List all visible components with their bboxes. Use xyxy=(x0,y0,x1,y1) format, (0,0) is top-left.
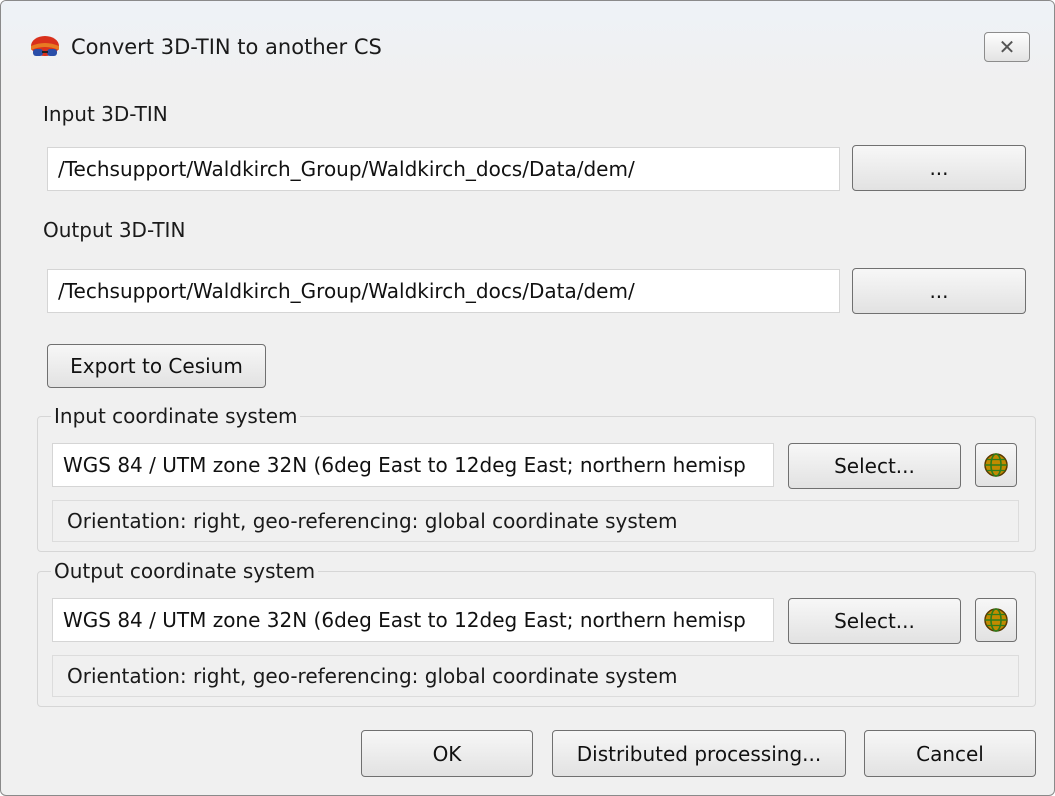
input-tin-path-field[interactable]: /Techsupport/Waldkirch_Group/Waldkirch_d… xyxy=(47,147,840,191)
output-cs-info: Orientation: right, geo-referencing: glo… xyxy=(52,655,1019,697)
globe-icon xyxy=(984,453,1008,477)
close-button[interactable]: ✕ xyxy=(984,32,1030,62)
distributed-processing-button[interactable]: Distributed processing... xyxy=(552,730,846,777)
input-cs-field[interactable]: WGS 84 / UTM zone 32N (6deg East to 12de… xyxy=(52,443,774,487)
input-cs-title: Input coordinate system xyxy=(51,404,301,428)
input-tin-label: Input 3D-TIN xyxy=(43,102,168,126)
output-cs-title: Output coordinate system xyxy=(51,559,319,583)
input-cs-globe-button[interactable] xyxy=(975,443,1017,487)
input-cs-select-button[interactable]: Select... xyxy=(788,443,961,489)
input-tin-browse-button[interactable]: ... xyxy=(852,145,1026,191)
title-bar: Convert 3D-TIN to another CS ✕ xyxy=(1,1,1054,87)
globe-icon xyxy=(984,608,1008,632)
app-icon xyxy=(31,36,59,56)
close-icon: ✕ xyxy=(998,35,1016,59)
export-to-cesium-button[interactable]: Export to Cesium xyxy=(47,344,266,388)
window-title: Convert 3D-TIN to another CS xyxy=(71,35,382,59)
output-cs-globe-button[interactable] xyxy=(975,598,1017,642)
input-cs-info: Orientation: right, geo-referencing: glo… xyxy=(52,500,1019,542)
output-cs-field[interactable]: WGS 84 / UTM zone 32N (6deg East to 12de… xyxy=(52,598,774,642)
output-tin-label: Output 3D-TIN xyxy=(43,218,186,242)
ok-button[interactable]: OK xyxy=(361,730,533,777)
output-tin-path-field[interactable]: /Techsupport/Waldkirch_Group/Waldkirch_d… xyxy=(47,269,840,313)
dialog-window: Convert 3D-TIN to another CS ✕ Input 3D-… xyxy=(0,0,1055,796)
cancel-button[interactable]: Cancel xyxy=(864,730,1036,777)
output-cs-select-button[interactable]: Select... xyxy=(788,598,961,644)
output-tin-browse-button[interactable]: ... xyxy=(852,268,1026,314)
